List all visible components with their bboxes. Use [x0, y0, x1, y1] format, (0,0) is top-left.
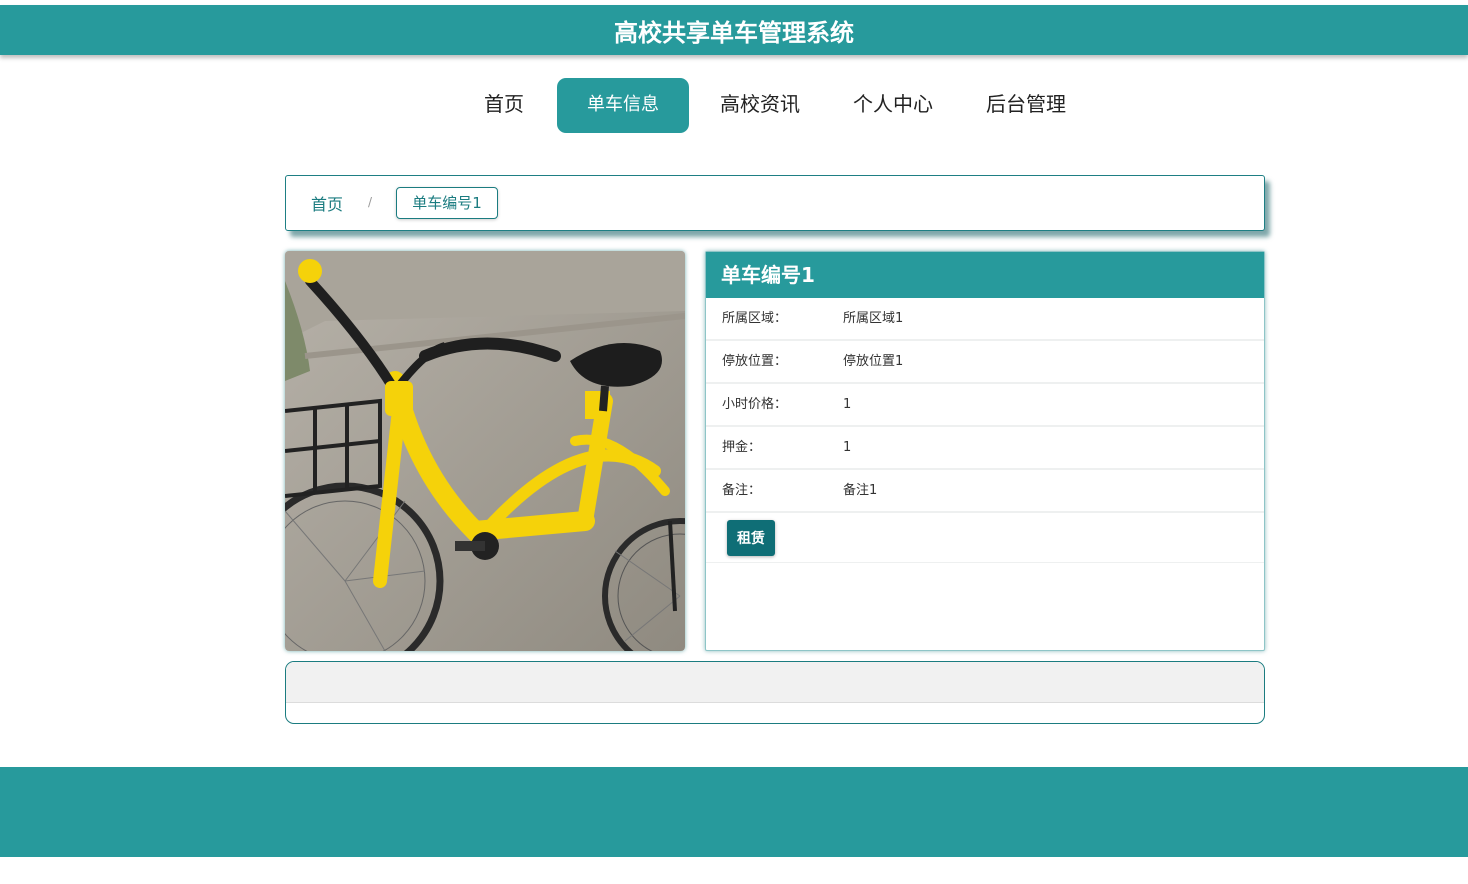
comment-panel [285, 661, 1265, 724]
bike-image [285, 251, 685, 651]
bike-photo [285, 251, 685, 651]
bike-detail-title: 单车编号1 [706, 252, 1264, 298]
nav-campus-news[interactable]: 高校资讯 [710, 78, 810, 133]
nav-admin[interactable]: 后台管理 [976, 78, 1076, 133]
detail-key: 押金： [722, 440, 762, 455]
site-footer [0, 767, 1468, 857]
detail-value: 1 [843, 397, 852, 412]
nav-bike-info[interactable]: 单车信息 [557, 78, 689, 133]
breadcrumb-home-link[interactable]: 首页 [311, 191, 343, 215]
nav-home[interactable]: 首页 [470, 78, 538, 133]
breadcrumb-current: 单车编号1 [396, 187, 498, 219]
site-title: 高校共享单车管理系统 [614, 18, 854, 47]
detail-row-deposit: 押金： 1 [706, 427, 1264, 470]
main-nav: 首页 单车信息 高校资讯 个人中心 后台管理 [0, 78, 1468, 133]
detail-row-remark: 备注： 备注1 [706, 470, 1264, 513]
detail-row-location: 停放位置： 停放位置1 [706, 341, 1264, 384]
detail-row-hourly-price: 小时价格： 1 [706, 384, 1264, 427]
detail-key: 停放位置： [722, 354, 788, 369]
detail-value: 停放位置1 [843, 354, 904, 369]
detail-value: 备注1 [843, 483, 878, 498]
detail-key: 所属区域： [722, 311, 788, 326]
breadcrumb-separator: / [368, 195, 373, 209]
detail-actions: 租赁 [706, 513, 1264, 563]
comment-panel-header [286, 662, 1264, 703]
detail-value: 1 [843, 440, 852, 455]
nav-user-center[interactable]: 个人中心 [843, 78, 943, 133]
detail-key: 备注： [722, 483, 762, 498]
detail-key: 小时价格： [722, 397, 788, 412]
rent-button[interactable]: 租赁 [727, 520, 775, 556]
detail-row-area: 所属区域： 所属区域1 [706, 298, 1264, 341]
detail-value: 所属区域1 [843, 311, 904, 326]
breadcrumb: 首页 / 单车编号1 [285, 175, 1265, 231]
site-header: 高校共享单车管理系统 [0, 5, 1468, 55]
bike-detail-panel: 单车编号1 所属区域： 所属区域1 停放位置： 停放位置1 小时价格： 1 押金… [705, 251, 1265, 651]
